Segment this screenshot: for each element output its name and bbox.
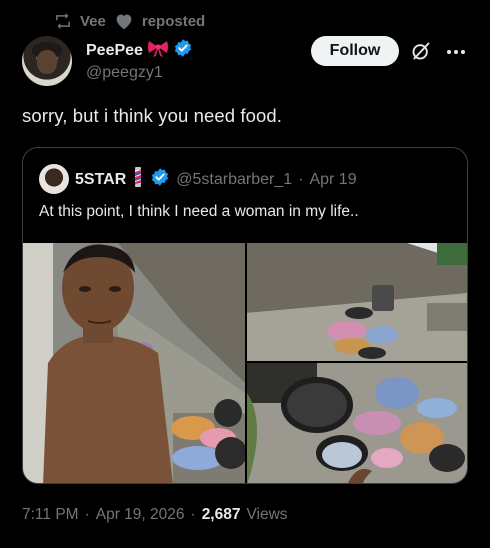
tweet-text: sorry, but i think you need food. [22,105,283,126]
tweet-meta: 7:11 PM · Apr 19, 2026 · 2,687 Views [22,506,288,524]
grok-icon[interactable] [411,41,431,61]
quoted-tweet[interactable]: 5STAR @5starbarber_1 · Apr 19 At this po… [22,147,468,484]
more-icon[interactable] [445,42,467,62]
tweet-time[interactable]: 7:11 PM [22,506,79,524]
repost-context[interactable]: Vee reposted [54,11,205,31]
heart-icon [114,12,134,30]
quoted-name[interactable]: 5STAR [75,171,126,189]
repost-suffix: reposted [141,12,206,30]
verified-icon [173,38,193,63]
quoted-separator: · [298,170,304,188]
meta-separator: · [84,506,90,523]
views-label: Views [246,506,288,523]
author-handle[interactable]: @peegzy1 [86,64,163,82]
tweet-date[interactable]: Apr 19, 2026 [96,506,185,524]
media-grid [23,243,467,483]
photo-yard[interactable] [247,243,467,361]
repost-icon [54,13,72,29]
quoted-verified-icon [150,167,170,192]
quoted-handle[interactable]: @5starbarber_1 [176,171,292,189]
repost-user[interactable]: Vee [80,13,106,30]
barber-pole-emoji [132,167,144,192]
quoted-text: At this point, I think I need a woman in… [39,203,359,220]
author-avatar[interactable] [22,36,72,86]
author-name[interactable]: PeePee [86,42,143,60]
bow-emoji [147,39,169,62]
author-name-row[interactable]: PeePee [86,38,193,63]
quoted-header[interactable]: 5STAR @5starbarber_1 · Apr 19 [75,167,357,192]
quoted-date[interactable]: Apr 19 [309,171,356,189]
follow-button[interactable]: Follow [311,36,399,66]
views-count[interactable]: 2,687 [202,506,241,524]
photo-laundry[interactable] [247,363,467,483]
photo-selfie[interactable] [23,243,245,483]
meta-separator: · [190,506,196,523]
quoted-avatar[interactable] [39,164,69,194]
